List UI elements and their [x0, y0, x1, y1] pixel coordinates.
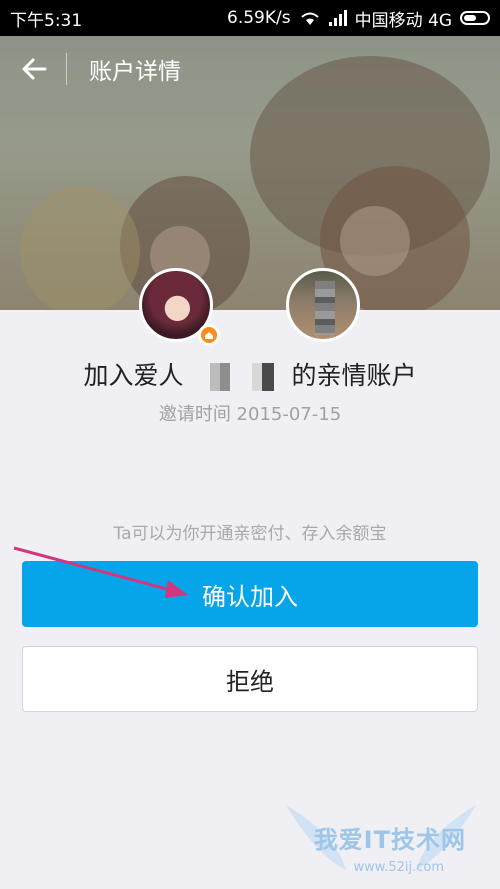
watermark-title: 我爱IT技术网 [313, 826, 466, 854]
nav-bar: 账户详情 [0, 36, 500, 102]
user-avatar [286, 268, 360, 342]
reject-button[interactable]: 拒绝 [22, 646, 478, 712]
nav-divider [66, 53, 67, 85]
signal-icon [328, 10, 347, 26]
battery-icon [460, 11, 490, 25]
carrier-label: 中国移动 4G [354, 10, 452, 31]
status-bar: 下午5:31 6.59K/s 中国移动 4G [0, 0, 500, 36]
headline-suffix: 的亲情账户 [291, 361, 417, 390]
watermark-url: www.52ij.com [353, 860, 445, 875]
home-badge-icon [198, 324, 220, 346]
invite-headline: 加入爱人 的亲情账户 [0, 356, 500, 392]
invite-time: 邀请时间 2015-07-15 [158, 404, 342, 425]
network-speed: 6.59K/s [227, 8, 291, 28]
headline-prefix: 加入爱人 [83, 361, 184, 390]
wifi-icon [300, 12, 319, 25]
page-title: 账户详情 [89, 59, 181, 85]
confirm-join-button[interactable]: 确认加入 [22, 561, 478, 627]
blurred-name [189, 363, 286, 391]
status-indicators: 6.59K/s 中国移动 4G [227, 6, 490, 31]
status-time: 下午5:31 [10, 10, 83, 31]
hint-text: Ta可以为你开通亲密付、存入余额宝 [113, 524, 387, 544]
back-arrow-icon[interactable] [14, 49, 54, 89]
